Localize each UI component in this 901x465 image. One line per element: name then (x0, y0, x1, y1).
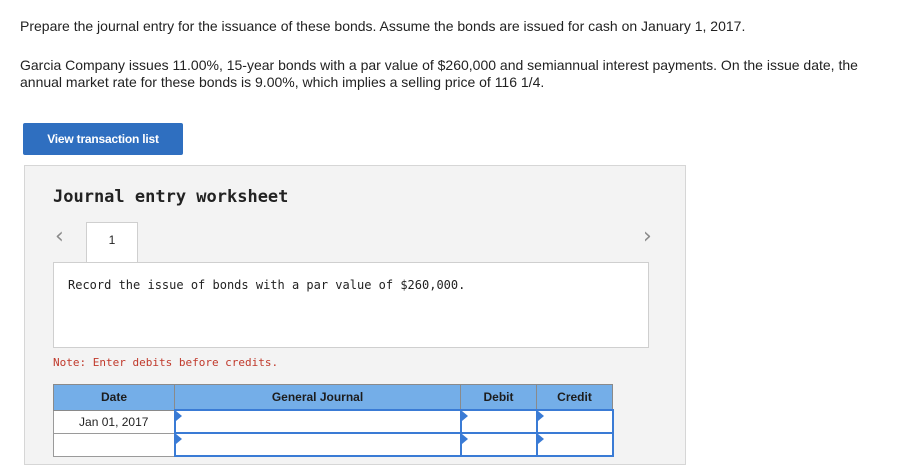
column-header-credit: Credit (536, 384, 613, 411)
column-header-debit: Debit (460, 384, 537, 411)
credit-input[interactable] (535, 409, 614, 434)
input-indicator-icon (461, 434, 468, 444)
question-instruction: Prepare the journal entry for the issuan… (20, 18, 746, 34)
entry-description: Record the issue of bonds with a par val… (68, 278, 466, 292)
journal-entry-worksheet: Journal entry worksheet ‹ 1 › Record the… (24, 165, 686, 465)
chevron-right-icon[interactable]: › (643, 226, 652, 248)
dropdown-indicator-icon (175, 434, 182, 444)
journal-table: Date General Journal Debit Credit Jan 01… (53, 384, 614, 457)
question-details: Garcia Company issues 11.00%, 15-year bo… (20, 57, 858, 90)
column-header-date: Date (53, 384, 175, 411)
input-indicator-icon (461, 411, 468, 421)
chevron-left-icon[interactable]: ‹ (55, 226, 64, 248)
column-header-general-journal: General Journal (174, 384, 461, 411)
debit-input[interactable] (459, 409, 538, 434)
entry-note: Note: Enter debits before credits. (53, 356, 279, 369)
entry-description-box: Record the issue of bonds with a par val… (53, 262, 649, 348)
date-cell: Jan 01, 2017 (53, 409, 175, 434)
dropdown-indicator-icon (175, 411, 182, 421)
tab-1[interactable]: 1 (86, 222, 138, 264)
input-indicator-icon (537, 434, 544, 444)
table-row: Jan 01, 2017 (53, 409, 614, 434)
view-transaction-list-button[interactable]: View transaction list (23, 123, 183, 155)
input-indicator-icon (537, 411, 544, 421)
worksheet-title: Journal entry worksheet (53, 187, 289, 207)
account-dropdown[interactable] (173, 409, 462, 434)
